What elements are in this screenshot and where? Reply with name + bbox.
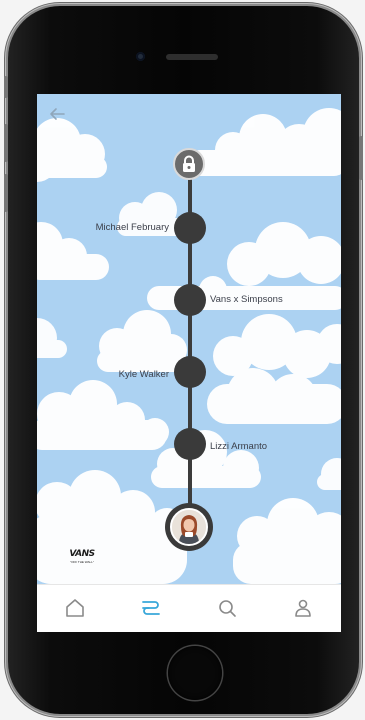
profile-icon	[295, 599, 311, 617]
avatar	[170, 508, 208, 546]
timeline-icon	[142, 601, 160, 615]
back-arrow-icon	[50, 108, 65, 120]
timeline-node-kyle-walker[interactable]	[174, 356, 206, 388]
back-button[interactable]	[45, 102, 69, 126]
timeline-node-lizzi-armanto[interactable]	[174, 428, 206, 460]
app-screen: Michael February Vans x Simpsons Kyle Wa…	[37, 94, 341, 632]
earpiece-speaker	[166, 54, 218, 60]
timeline-label: Lizzi Armanto	[210, 441, 268, 452]
front-camera	[136, 52, 145, 61]
timeline-label: Michael February	[95, 222, 169, 233]
volume-up-button	[4, 124, 8, 162]
brand-tagline: "OFF THE WALL"	[70, 560, 94, 564]
nav-search[interactable]	[189, 585, 265, 632]
timeline-node-vans-x-simpsons[interactable]	[174, 284, 206, 316]
timeline-node-michael-february[interactable]	[174, 212, 206, 244]
nav-timeline[interactable]	[113, 585, 189, 632]
page: Michael February Vans x Simpsons Kyle Wa…	[0, 0, 365, 720]
mute-switch	[4, 76, 8, 98]
power-button	[359, 136, 363, 180]
lock-icon	[183, 155, 195, 172]
nav-home[interactable]	[37, 585, 113, 632]
locked-node[interactable]	[173, 148, 205, 180]
volume-down-button	[4, 174, 8, 212]
bottom-nav	[37, 584, 341, 632]
brand-name: VANS	[69, 549, 95, 559]
avatar-portrait	[172, 510, 206, 544]
timeline-label: Kyle Walker	[118, 369, 169, 380]
home-button[interactable]	[168, 646, 222, 700]
home-icon	[66, 599, 84, 617]
nav-profile[interactable]	[265, 585, 341, 632]
vans-logo: VANS "OFF THE WALL"	[65, 549, 99, 567]
search-icon	[219, 600, 236, 617]
timeline-label: Vans x Simpsons	[210, 294, 283, 305]
current-user-node[interactable]	[165, 503, 213, 551]
